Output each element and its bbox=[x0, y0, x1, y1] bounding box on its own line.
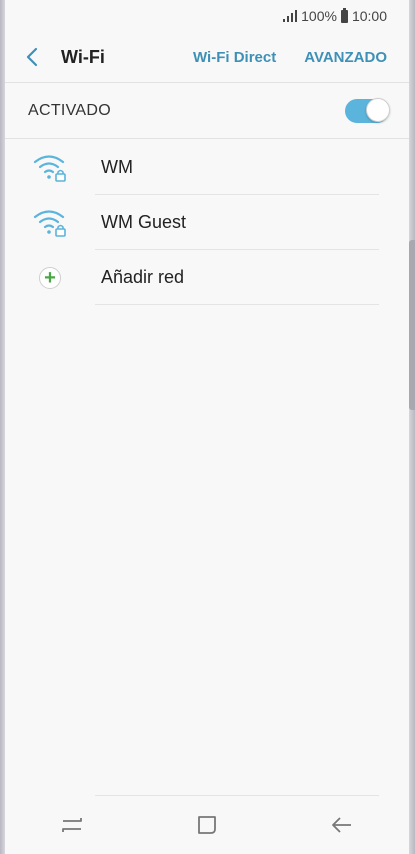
wifi-switch[interactable] bbox=[345, 97, 390, 123]
toggle-divider bbox=[5, 138, 409, 139]
wifi-direct-button[interactable]: Wi-Fi Direct bbox=[193, 49, 276, 66]
back-button[interactable] bbox=[9, 32, 55, 82]
network-list: WM WM Guest + Añadir red bbox=[5, 140, 409, 305]
status-bar: 100% 10:00 bbox=[5, 0, 409, 32]
app-bar: Wi-Fi Wi-Fi Direct AVANZADO bbox=[5, 32, 409, 82]
home-icon bbox=[198, 816, 216, 834]
screen-edge-right bbox=[409, 0, 415, 854]
add-network-item[interactable]: + Añadir red bbox=[5, 250, 409, 305]
recents-button[interactable] bbox=[42, 805, 102, 845]
clock: 10:00 bbox=[351, 8, 387, 24]
screen: 100% 10:00 Wi-Fi Wi-Fi Direct AVANZADO A… bbox=[5, 0, 409, 854]
advanced-button[interactable]: AVANZADO bbox=[304, 49, 387, 66]
network-name: WM bbox=[101, 157, 133, 177]
signal-icon bbox=[283, 10, 298, 22]
wifi-locked-icon bbox=[33, 209, 66, 237]
network-item-wm-guest[interactable]: WM Guest bbox=[5, 195, 409, 250]
page-title: Wi-Fi bbox=[61, 46, 105, 67]
battery-icon bbox=[340, 7, 348, 23]
navigation-bar bbox=[5, 796, 409, 854]
add-network-label: Añadir red bbox=[101, 267, 185, 287]
back-nav-button[interactable] bbox=[312, 805, 372, 845]
switch-knob bbox=[366, 97, 390, 122]
toggle-label: ACTIVADO bbox=[28, 101, 112, 119]
home-button[interactable] bbox=[177, 805, 237, 845]
chevron-left-icon bbox=[26, 47, 38, 67]
add-icon: + bbox=[39, 266, 61, 289]
edge-panel-handle[interactable] bbox=[409, 240, 415, 410]
network-name: WM Guest bbox=[101, 212, 187, 232]
network-item-wm[interactable]: WM bbox=[5, 140, 409, 195]
back-icon bbox=[331, 817, 351, 833]
recents-icon bbox=[62, 818, 83, 832]
wifi-locked-icon bbox=[33, 154, 66, 182]
wifi-toggle-row[interactable]: ACTIVADO bbox=[5, 83, 409, 138]
battery-percent: 100% bbox=[301, 8, 337, 24]
list-divider bbox=[95, 304, 379, 305]
